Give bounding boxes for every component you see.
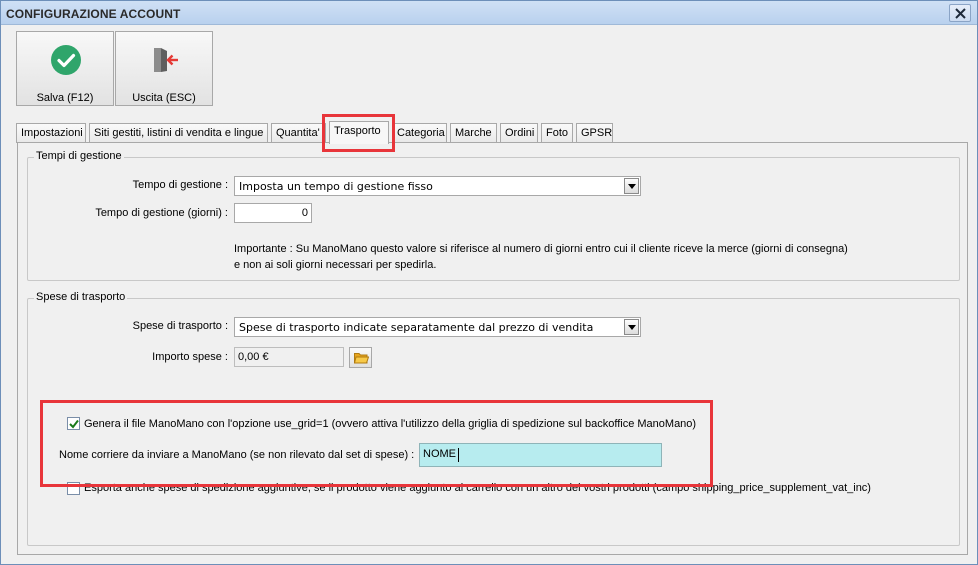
- tab-siti-gestiti[interactable]: Siti gestiti, listini di vendita e lingu…: [89, 123, 268, 143]
- tab-marche[interactable]: Marche: [450, 123, 497, 143]
- exit-button-label: Uscita (ESC): [132, 92, 196, 104]
- tab-impostazioni[interactable]: Impostazioni: [16, 123, 86, 143]
- close-button[interactable]: [949, 4, 971, 22]
- dropdown-arrow[interactable]: [624, 319, 639, 335]
- tempo-gestione-label: Tempo di gestione :: [132, 179, 228, 191]
- tempo-gestione-value: Imposta un tempo di gestione fisso: [239, 180, 433, 193]
- tempo-giorni-value: 0: [301, 207, 308, 219]
- spese-trasporto-label: Spese di trasporto :: [132, 320, 228, 332]
- tab-gpsr[interactable]: GPSR: [576, 123, 613, 143]
- config-account-window: CONFIGURAZIONE ACCOUNT Salva (F12) Uscit…: [0, 0, 978, 565]
- tempi-note-line1: Importante : Su ManoMano questo valore s…: [234, 243, 848, 255]
- folder-icon: [354, 353, 369, 364]
- spese-legend: Spese di trasporto: [34, 291, 128, 303]
- importo-spese-browse-button[interactable]: [349, 347, 372, 368]
- tempi-note-line2: e non ai soli giorni necessari per spedi…: [234, 259, 437, 271]
- tempo-giorni-label: Tempo di gestione (giorni) :: [95, 207, 228, 219]
- tempo-gestione-select[interactable]: Imposta un tempo di gestione fisso: [234, 176, 641, 196]
- window-title: CONFIGURAZIONE ACCOUNT: [6, 7, 181, 21]
- exit-door-icon: [154, 48, 178, 72]
- use-grid-highlight: [40, 400, 713, 487]
- save-button[interactable]: Salva (F12): [16, 31, 114, 106]
- save-button-label: Salva (F12): [36, 92, 94, 104]
- trasporto-tab-highlight: [322, 114, 395, 152]
- close-icon: [955, 8, 966, 19]
- tempi-legend: Tempi di gestione: [34, 150, 124, 162]
- chevron-down-icon: [628, 325, 636, 330]
- chevron-down-icon: [628, 184, 636, 189]
- tab-categoria[interactable]: Categoria: [392, 123, 447, 143]
- check-circle-icon: [51, 45, 81, 75]
- tempi-note: Importante : Su ManoMano questo valore s…: [234, 241, 848, 273]
- spese-trasporto-value: Spese di trasporto indicate separatament…: [239, 321, 594, 334]
- importo-spese-label: Importo spese :: [152, 351, 228, 363]
- tab-ordini[interactable]: Ordini: [500, 123, 538, 143]
- tab-foto[interactable]: Foto: [541, 123, 573, 143]
- spese-trasporto-select[interactable]: Spese di trasporto indicate separatament…: [234, 317, 641, 337]
- tempo-giorni-input[interactable]: 0: [234, 203, 312, 223]
- importo-spese-input[interactable]: 0,00 €: [234, 347, 344, 367]
- exit-button[interactable]: Uscita (ESC): [115, 31, 213, 106]
- importo-spese-value: 0,00 €: [238, 351, 269, 363]
- title-bar[interactable]: CONFIGURAZIONE ACCOUNT: [1, 1, 977, 25]
- dropdown-arrow[interactable]: [624, 178, 639, 194]
- tab-quantita[interactable]: Quantita': [271, 123, 326, 143]
